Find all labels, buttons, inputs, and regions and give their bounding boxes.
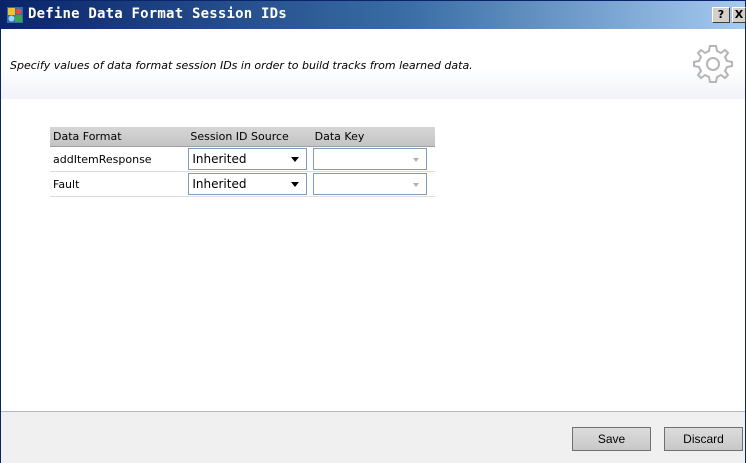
save-button[interactable]: Save bbox=[572, 427, 651, 451]
content-area: Data Format Session ID Source Data Key a… bbox=[1, 99, 745, 411]
column-header-session-id-source[interactable]: Session ID Source bbox=[187, 127, 312, 147]
table-row[interactable]: Fault Inherited bbox=[50, 171, 435, 197]
close-button[interactable]: X bbox=[732, 7, 746, 23]
data-key-cell bbox=[311, 171, 435, 197]
title-bar[interactable]: Define Data Format Session IDs ? X bbox=[1, 1, 746, 29]
table-row[interactable]: addItemResponse Inherited bbox=[50, 146, 435, 172]
grid-header-row: Data Format Session ID Source Data Key bbox=[50, 127, 435, 147]
gear-icon bbox=[693, 45, 733, 83]
chevron-down-icon[interactable] bbox=[291, 157, 300, 162]
chevron-down-icon[interactable] bbox=[291, 182, 300, 187]
data-key-cell bbox=[311, 146, 435, 172]
button-bar: Save Discard bbox=[1, 411, 745, 463]
data-format-cell: addItemResponse bbox=[50, 146, 188, 172]
column-header-data-format[interactable]: Data Format bbox=[50, 127, 188, 147]
session-id-source-value: Inherited bbox=[192, 152, 247, 166]
session-id-source-value: Inherited bbox=[192, 177, 247, 191]
data-format-cell: Fault bbox=[50, 171, 188, 197]
column-header-data-key[interactable]: Data Key bbox=[311, 127, 435, 147]
session-id-source-dropdown[interactable]: Inherited bbox=[188, 148, 308, 170]
session-id-source-cell: Inherited bbox=[187, 171, 312, 197]
session-id-grid: Data Format Session ID Source Data Key a… bbox=[50, 127, 435, 197]
session-id-source-cell: Inherited bbox=[187, 146, 312, 172]
description-text: Specify values of data format session ID… bbox=[10, 59, 473, 72]
chevron-down-icon[interactable] bbox=[412, 158, 419, 162]
help-button[interactable]: ? bbox=[712, 7, 730, 23]
data-key-dropdown[interactable] bbox=[312, 173, 427, 195]
window-title: Define Data Format Session IDs bbox=[28, 6, 287, 22]
session-id-source-dropdown[interactable]: Inherited bbox=[188, 173, 308, 195]
app-icon bbox=[7, 7, 23, 23]
data-key-dropdown[interactable] bbox=[312, 148, 427, 170]
discard-button[interactable]: Discard bbox=[664, 427, 743, 451]
dialog-window: Define Data Format Session IDs ? X Speci… bbox=[0, 0, 746, 463]
chevron-down-icon[interactable] bbox=[412, 183, 419, 187]
